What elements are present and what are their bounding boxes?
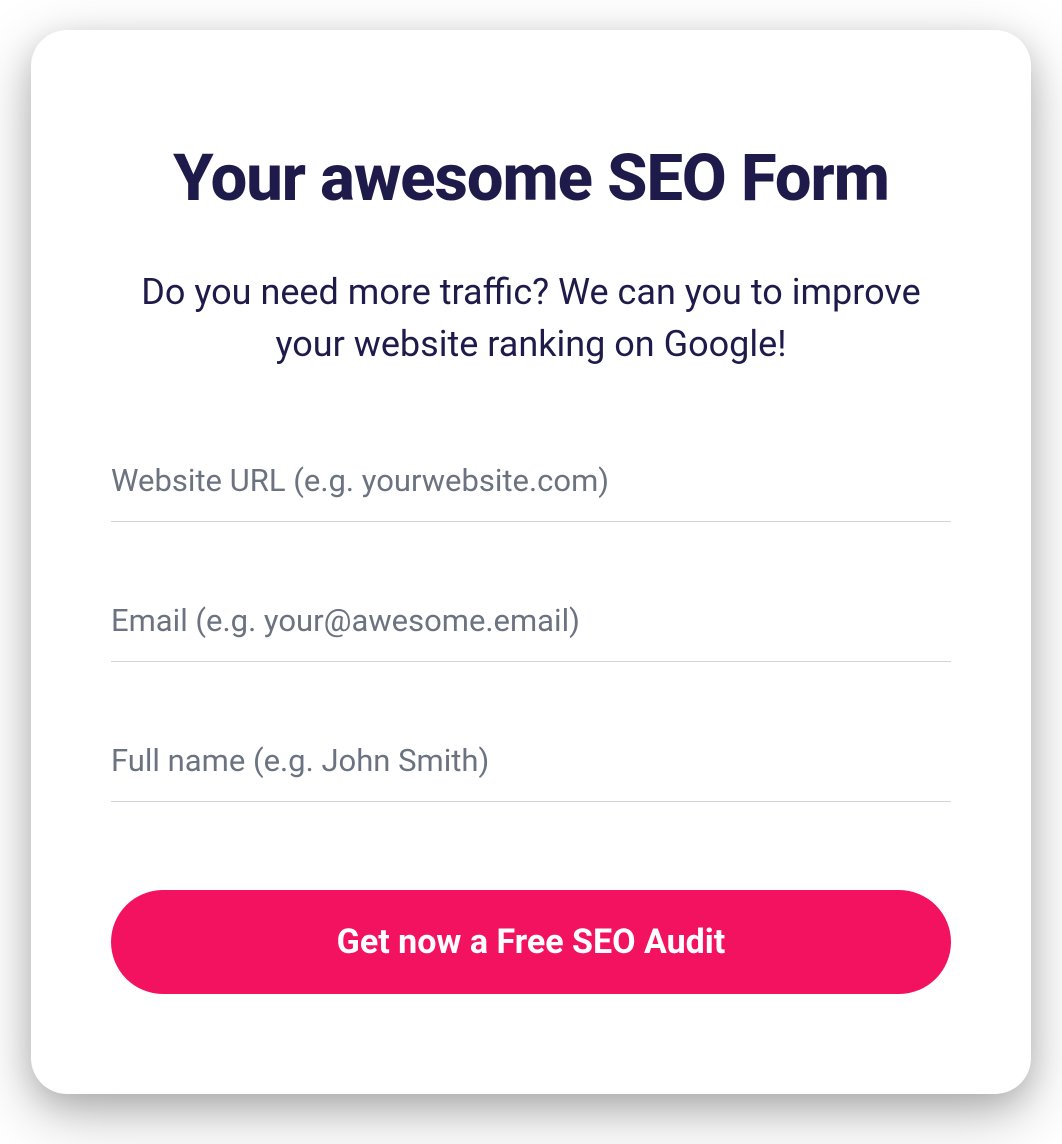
submit-button[interactable]: Get now a Free SEO Audit — [111, 890, 951, 994]
email-field-wrapper — [111, 590, 951, 662]
form-subtitle: Do you need more traffic? We can you to … — [111, 266, 951, 370]
fullname-input[interactable] — [111, 730, 951, 802]
fullname-field-wrapper — [111, 730, 951, 802]
email-input[interactable] — [111, 590, 951, 662]
website-field-wrapper — [111, 450, 951, 522]
form-title: Your awesome SEO Form — [111, 140, 951, 216]
website-url-input[interactable] — [111, 450, 951, 522]
seo-form-card: Your awesome SEO Form Do you need more t… — [31, 30, 1031, 1094]
